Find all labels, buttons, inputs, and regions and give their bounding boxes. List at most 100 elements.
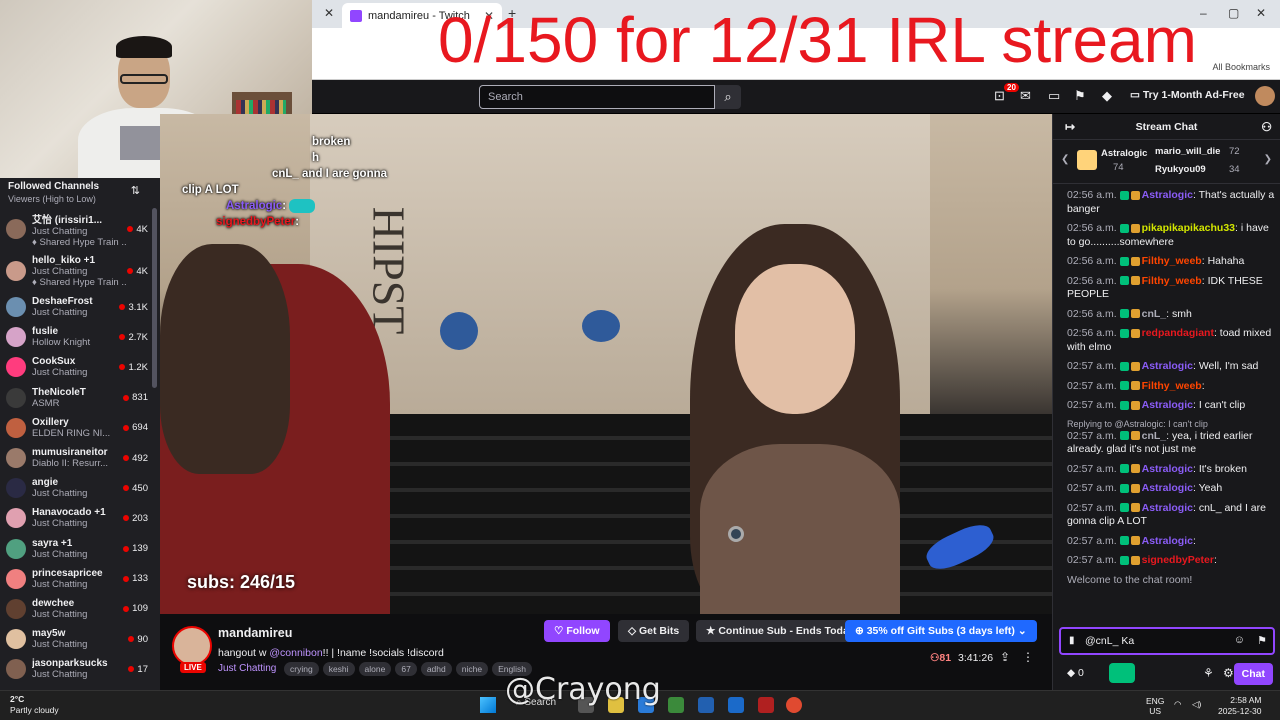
chat-message[interactable]: 02:57 a.m. Astralogic: I can't clip [1067,399,1275,413]
search-input[interactable]: Search [479,85,715,109]
stream-tag[interactable]: adhd [420,662,452,676]
chat-username[interactable]: Filthy_weeb [1142,255,1202,267]
chat-message[interactable]: 02:56 a.m. Astralogic: That's actually a … [1067,189,1275,216]
chat-message[interactable]: 02:56 a.m. Filthy_weeb: IDK THESE PEOPLE [1067,275,1275,302]
sidebar-channel-item[interactable]: jasonparksucks Just Chatting 17 [0,654,160,684]
stream-category[interactable]: Just Chatting [218,663,276,674]
chat-message[interactable]: 02:57 a.m. Astralogic: [1067,535,1275,549]
sidebar-channel-item[interactable]: dewchee Just Chatting 109 [0,594,160,624]
sort-icon[interactable]: ⇅ [131,184,140,197]
collapse-chat-icon[interactable]: ↦ [1065,114,1075,140]
close-icon[interactable]: ✕ [324,6,334,20]
stream-title-mention[interactable]: @connibon [269,647,322,659]
gift-subs-button[interactable]: ⊕ 35% off Gift Subs (3 days left) ⌄ [845,620,1037,642]
sidebar-channel-item[interactable]: princesapricee Just Chatting 133 [0,564,160,594]
chat-message[interactable]: 02:56 a.m. cnL_: smh [1067,308,1275,322]
edge-icon[interactable] [728,697,744,713]
sidebar-channel-item[interactable]: CookSux Just Chatting 1.2K [0,352,160,382]
chat-username[interactable]: Astralogic [1142,463,1193,475]
chat-username[interactable]: redpandagiant [1142,327,1214,339]
stream-tag[interactable]: 67 [395,662,417,676]
get-bits-button[interactable]: ◇ Get Bits [618,620,690,642]
leaderboard-first-name[interactable]: Astralogic [1101,148,1147,159]
minimize-icon[interactable]: – [1200,6,1207,20]
channel-points-button[interactable] [1109,663,1135,683]
chat-username[interactable]: Astralogic [1142,535,1193,547]
prime-icon[interactable]: ⚑ [1074,88,1086,104]
all-bookmarks[interactable]: All Bookmarks [1212,62,1270,72]
wifi-icon[interactable]: ◠ [1174,699,1181,709]
app-icon[interactable] [668,697,684,713]
sidebar-channel-item[interactable]: may5w Just Chatting 90 [0,624,160,654]
bits-icon[interactable]: ◆ [1102,88,1112,104]
stream-tag[interactable]: keshi [322,662,355,676]
sidebar-channel-item[interactable]: hello_kiko +1 Just Chatting ♦ Shared Hype … [0,250,160,292]
sidebar-channel-item[interactable]: Hanavocado +1 Just Chatting 203 [0,503,160,533]
sidebar-channel-item[interactable]: DeshaeFrost Just Chatting 3.1K [0,292,160,322]
chat-message[interactable]: 02:57 a.m. cnL_: yea, i tried earlier alr… [1067,430,1275,457]
clock[interactable]: 2:58 AM 2025-12-30 [1218,695,1261,717]
chat-message[interactable]: 02:56 a.m. redpandagiant: toad mixed with… [1067,327,1275,354]
sidebar-channel-item[interactable]: sayra +1 Just Chatting 139 [0,534,160,564]
chat-input[interactable]: ▮ @cnL_ Ka ☺ ⚑ [1059,627,1275,655]
emote-picker-icon[interactable]: ☺ [1234,634,1245,646]
whispers-icon[interactable]: ▭ [1048,88,1060,104]
chat-username[interactable]: Astralogic [1142,399,1193,411]
weather-widget[interactable]: 2°C Partly cloudy [10,694,59,716]
follow-button[interactable]: ♡ Follow [544,620,610,642]
mail-icon[interactable]: ✉ [1020,88,1031,104]
chevron-left-icon[interactable]: ❮ [1061,154,1069,165]
chat-message[interactable]: 02:57 a.m. signedbyPeter: [1067,554,1275,568]
chat-username[interactable]: pikapikapikachu33 [1142,222,1235,234]
chat-username[interactable]: Filthy_weeb [1142,380,1202,392]
chat-username[interactable]: cnL_ [1142,308,1167,320]
prediction-icon[interactable]: ⚘ [1203,666,1214,680]
streamer-name[interactable]: mandamireu [218,626,292,640]
leaderboard-third-name[interactable]: Ryukyou09 [1155,164,1206,175]
chevron-right-icon[interactable]: ❯ [1264,154,1272,165]
volume-icon[interactable]: ◁) [1192,699,1201,709]
input-language[interactable]: ENG US [1146,696,1164,716]
chat-username[interactable]: Astralogic [1142,189,1193,201]
video-player[interactable]: HIPST broken h cnL_ and I are gonna clip… [160,114,1052,614]
sidebar-channel-item[interactable]: mumusiraneitor Diablo II: Resurr... 492 [0,443,160,473]
chat-username[interactable]: Astralogic [1142,360,1193,372]
sidebar-channel-item[interactable]: angie Just Chatting 450 [0,473,160,503]
chat-message[interactable]: 02:57 a.m. Filthy_weeb: [1067,380,1275,394]
chat-username[interactable]: cnL_ [1142,430,1167,442]
window-close-icon[interactable]: ✕ [1256,6,1266,20]
chat-username[interactable]: Filthy_weeb [1142,275,1202,287]
bits-cheer-icon[interactable]: ⚑ [1257,634,1267,647]
search-button[interactable]: ⌕ [715,85,741,109]
chat-message[interactable]: 02:57 a.m. Astralogic: Well, I'm sad [1067,360,1275,374]
chat-message[interactable]: 02:56 a.m. Filthy_weeb: Hahaha [1067,255,1275,269]
stream-tag[interactable]: niche [455,662,489,676]
chat-username[interactable]: Astralogic [1142,502,1193,514]
sidebar-channel-item[interactable]: TheNicoleT ASMR 831 [0,383,160,413]
user-avatar[interactable] [1255,86,1275,106]
stream-tag[interactable]: crying [284,662,319,676]
share-icon[interactable]: ⇪ [1000,650,1010,664]
app-icon[interactable] [758,697,774,713]
sidebar-channel-item[interactable]: 艾怡 (irissiri1... Just Chatting ♦ Shared Hy… [0,208,160,250]
start-icon[interactable] [480,697,496,713]
chat-message[interactable]: 02:57 a.m. Astralogic: Yeah [1067,482,1275,496]
stream-tag[interactable]: alone [358,662,392,676]
chat-message[interactable]: 02:57 a.m. Astralogic: It's broken [1067,463,1275,477]
notifications-icon[interactable]: ⊡ [994,88,1005,104]
chat-username[interactable]: Astralogic [1142,482,1193,494]
more-options-icon[interactable]: ⋮ [1022,650,1034,664]
chat-message[interactable]: 02:56 a.m. pikapikapikachu33: i have to g… [1067,222,1275,249]
leaderboard-second-name[interactable]: mario_will_die [1155,146,1220,157]
continue-sub-button[interactable]: ★ Continue Sub - Ends Today [696,620,865,642]
community-icon[interactable]: ⚇ [1261,114,1272,140]
sidebar-channel-item[interactable]: Oxillery ELDEN RING NI... 694 [0,413,160,443]
try-ad-free-button[interactable]: ▭ Try 1-Month Ad-Free [1130,89,1245,101]
streamer-avatar[interactable] [172,626,212,666]
sidebar-channel-item[interactable]: fuslie Hollow Knight 2.7K [0,322,160,352]
chrome-icon[interactable] [786,697,802,713]
chat-username[interactable]: signedbyPeter [1142,554,1214,566]
outlook-icon[interactable] [698,697,714,713]
sidebar-scrollbar[interactable] [152,208,157,388]
chat-send-button[interactable]: Chat [1233,663,1273,685]
